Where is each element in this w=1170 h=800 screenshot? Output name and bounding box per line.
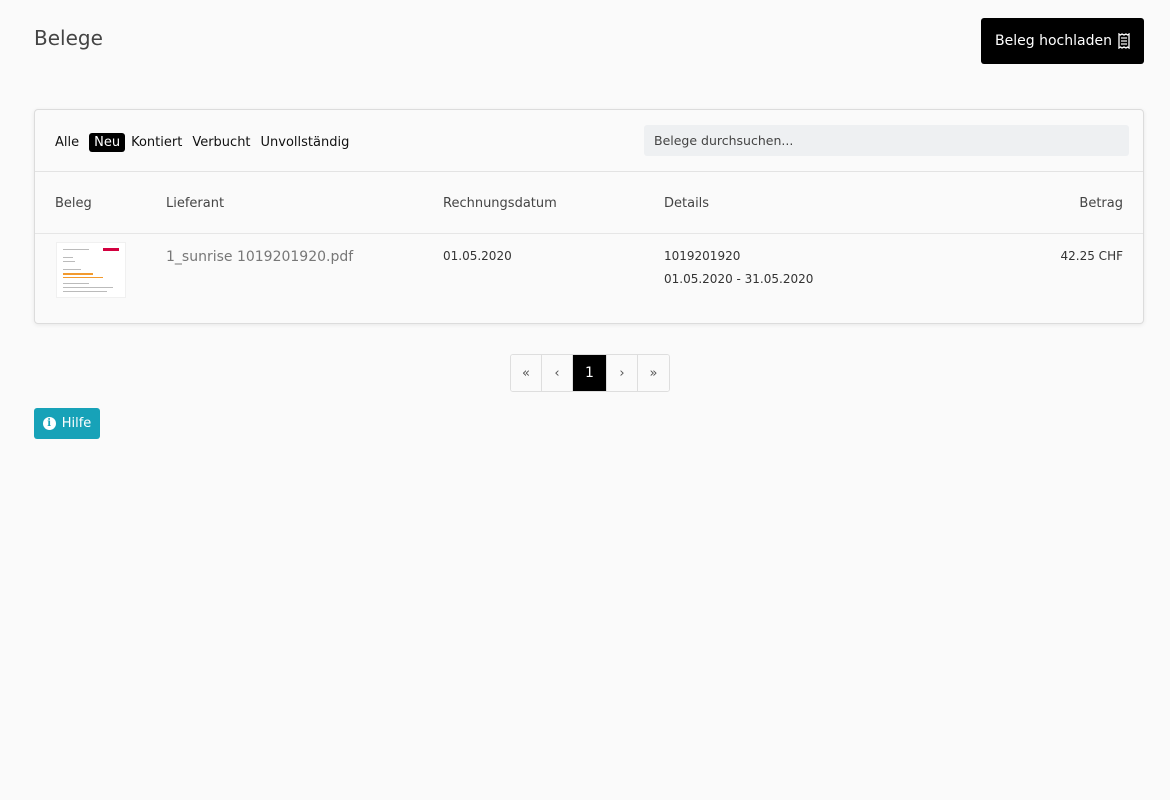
divider: [35, 171, 1143, 172]
help-button-label: Hilfe: [61, 416, 92, 431]
filter-tab-unvollstaendig[interactable]: Unvollständig: [261, 133, 350, 152]
receipt-icon: [1118, 33, 1130, 49]
column-header-beleg[interactable]: Beleg: [55, 196, 92, 211]
info-icon: i: [42, 417, 56, 430]
amount: 42.25 CHF: [1060, 249, 1123, 263]
details-number: 1019201920: [664, 249, 741, 263]
pagination-prev[interactable]: ‹: [542, 355, 573, 391]
filter-tab-kontiert[interactable]: Kontiert: [131, 133, 182, 152]
details-period: 01.05.2020 - 31.05.2020: [664, 272, 814, 286]
divider: [35, 233, 1143, 234]
filter-tab-neu[interactable]: Neu: [89, 133, 126, 152]
pagination: « ‹ 1 › »: [510, 354, 670, 392]
filter-tab-alle[interactable]: Alle: [55, 133, 79, 152]
filter-tab-verbucht[interactable]: Verbucht: [192, 133, 250, 152]
pagination-last[interactable]: »: [638, 355, 669, 391]
pagination-next[interactable]: ›: [607, 355, 638, 391]
column-header-rechnungsdatum[interactable]: Rechnungsdatum: [443, 196, 557, 211]
supplier-file-link[interactable]: 1_sunrise 1019201920.pdf: [166, 249, 353, 265]
search-input[interactable]: [644, 125, 1129, 156]
invoice-date: 01.05.2020: [443, 249, 512, 263]
receipts-card: Alle Neu Kontiert Verbucht Unvollständig…: [34, 109, 1144, 324]
column-header-betrag[interactable]: Betrag: [1079, 196, 1123, 211]
pagination-first[interactable]: «: [511, 355, 542, 391]
column-header-details[interactable]: Details: [664, 196, 709, 211]
upload-receipt-button[interactable]: Beleg hochladen: [981, 18, 1144, 64]
filter-tabs: Alle Neu Kontiert Verbucht Unvollständig: [55, 133, 349, 152]
page-title: Belege: [34, 26, 103, 50]
help-button[interactable]: i Hilfe: [34, 408, 100, 439]
column-header-lieferant[interactable]: Lieferant: [166, 196, 224, 211]
pagination-current-page[interactable]: 1: [573, 355, 607, 391]
upload-button-label: Beleg hochladen: [995, 33, 1112, 49]
receipt-thumbnail[interactable]: [56, 242, 126, 298]
